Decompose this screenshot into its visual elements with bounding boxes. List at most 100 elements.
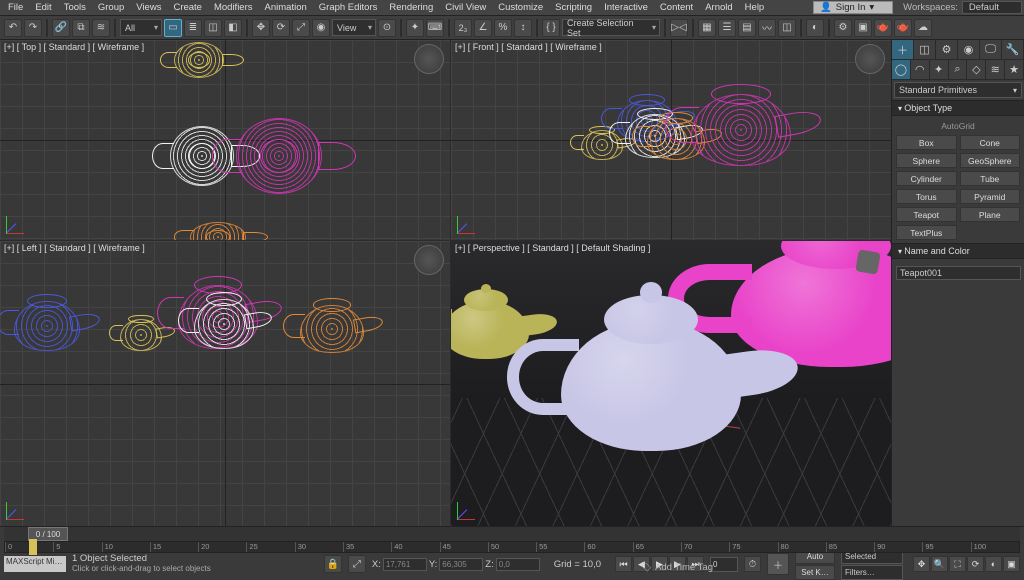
viewport-front-label[interactable]: [+] [ Front ] [ Standard ] [ Wireframe ] [455, 42, 602, 52]
keyboard-shortcut-button[interactable]: ⌨ [426, 19, 444, 37]
maxscript-listener[interactable]: MAXScript Mi… [4, 556, 66, 572]
curve-editor-button[interactable]: 〰 [758, 19, 776, 37]
obj-plane[interactable]: Plane [960, 207, 1021, 222]
tab-hierarchy[interactable]: ⚙ [936, 40, 958, 59]
current-frame-input[interactable] [710, 557, 738, 572]
select-move-button[interactable]: ✥ [252, 19, 270, 37]
cat-cameras-button[interactable]: ⌕ [949, 60, 968, 79]
ref-coord-select[interactable]: View [332, 19, 376, 36]
time-slider[interactable]: 0 / 100 [4, 527, 1020, 541]
obj-cylinder[interactable]: Cylinder [896, 171, 957, 186]
obj-torus[interactable]: Torus [896, 189, 957, 204]
menu-group[interactable]: Group [92, 1, 130, 14]
viewport-perspective[interactable]: [+] [ Perspective ] [ Standard ] [ Defau… [451, 241, 891, 526]
render-setup-button[interactable]: ⚙ [834, 19, 852, 37]
menu-animation[interactable]: Animation [259, 1, 313, 14]
cat-geometry-button[interactable]: ◯ [892, 60, 911, 79]
mirror-button[interactable]: ▷◁ [670, 19, 688, 37]
tab-motion[interactable]: ◉ [958, 40, 980, 59]
viewcube-icon[interactable] [414, 44, 444, 74]
time-config-button[interactable]: ⏱ [744, 556, 761, 572]
percent-snap-button[interactable]: % [494, 19, 512, 37]
toggle-ribbon-button[interactable]: ▤ [738, 19, 756, 37]
time-ruler[interactable]: 0 5 10 15 20 25 30 35 40 45 50 55 60 65 … [4, 541, 1020, 553]
coord-x-input[interactable] [383, 558, 427, 571]
menu-rendering[interactable]: Rendering [383, 1, 439, 14]
link-button[interactable]: 🔗 [52, 19, 70, 37]
obj-sphere[interactable]: Sphere [896, 153, 957, 168]
zoom-extents-button[interactable]: ⛶ [949, 556, 966, 572]
snap-toggle-button[interactable]: 2₃ [454, 19, 472, 37]
obj-geosphere[interactable]: GeoSphere [960, 153, 1021, 168]
tab-create[interactable]: ＋ [892, 40, 914, 59]
select-rotate-button[interactable]: ⟳ [272, 19, 290, 37]
menu-interactive[interactable]: Interactive [598, 1, 654, 14]
menu-tools[interactable]: Tools [58, 1, 92, 14]
viewport-left[interactable]: [+] [ Left ] [ Standard ] [ Wireframe ] [0, 241, 450, 526]
select-scale-button[interactable]: ⤢ [292, 19, 310, 37]
key-filters-select[interactable]: Filters… [841, 565, 903, 580]
render-online-button[interactable]: ☁ [914, 19, 932, 37]
material-editor-button[interactable]: ◐ [806, 19, 824, 37]
cat-systems-button[interactable]: ★ [1005, 60, 1024, 79]
goto-start-button[interactable]: ⏮ [615, 556, 632, 572]
select-object-button[interactable]: ▭ [164, 19, 182, 37]
select-manipulate-button[interactable]: ✦ [406, 19, 424, 37]
signin-button[interactable]: 👤 Sign In ▾ [813, 1, 893, 14]
max-viewport-button[interactable]: ▣ [1003, 556, 1020, 572]
coord-y-input[interactable] [439, 558, 483, 571]
transform-typein-button[interactable]: ⤢ [348, 555, 366, 573]
layer-explorer-button[interactable]: ☰ [718, 19, 736, 37]
tab-utilities[interactable]: 🔧 [1002, 40, 1024, 59]
rollout-object-type[interactable]: Object Type [892, 100, 1024, 116]
tab-display[interactable]: 🖵 [980, 40, 1002, 59]
selection-lock-button[interactable]: 🔒 [324, 555, 342, 573]
use-center-button[interactable]: ⊙ [378, 19, 396, 37]
workspace-select[interactable]: Default [962, 1, 1022, 14]
unlink-button[interactable]: ⧉ [72, 19, 90, 37]
obj-teapot[interactable]: Teapot [896, 207, 957, 222]
align-button[interactable]: ▦ [698, 19, 716, 37]
fov-button[interactable]: ◐ [985, 556, 1002, 572]
menu-views[interactable]: Views [130, 1, 167, 14]
window-crossing-button[interactable]: ◧ [224, 19, 242, 37]
rollout-name-color[interactable]: Name and Color [892, 243, 1024, 259]
primitive-category-select[interactable]: Standard Primitives [894, 82, 1022, 98]
orbit-button[interactable]: ⟳ [967, 556, 984, 572]
tab-modify[interactable]: ◫ [914, 40, 936, 59]
named-sel-set-select[interactable]: Create Selection Set [562, 19, 660, 36]
render-button[interactable]: 🫖 [874, 19, 892, 37]
menu-civilview[interactable]: Civil View [439, 1, 492, 14]
pan-view-button[interactable]: ✥ [913, 556, 930, 572]
cat-helpers-button[interactable]: ◇ [967, 60, 986, 79]
menu-scripting[interactable]: Scripting [549, 1, 598, 14]
object-name-input[interactable] [896, 266, 1021, 280]
menu-modifiers[interactable]: Modifiers [208, 1, 259, 14]
viewcube-icon[interactable] [414, 245, 444, 275]
select-region-button[interactable]: ◫ [204, 19, 222, 37]
cat-shapes-button[interactable]: ◠ [911, 60, 930, 79]
menu-arnold[interactable]: Arnold [699, 1, 738, 14]
zoom-button[interactable]: 🔍 [931, 556, 948, 572]
autogrid-checkbox[interactable]: AutoGrid [896, 121, 1020, 131]
obj-pyramid[interactable]: Pyramid [960, 189, 1021, 204]
schematic-view-button[interactable]: ◫ [778, 19, 796, 37]
menu-file[interactable]: File [2, 1, 29, 14]
menu-help[interactable]: Help [739, 1, 771, 14]
viewcube-icon[interactable] [855, 44, 885, 74]
menu-edit[interactable]: Edit [29, 1, 57, 14]
coord-z-input[interactable] [496, 558, 540, 571]
viewcube-icon[interactable] [855, 249, 880, 274]
time-marker[interactable] [29, 539, 37, 555]
select-by-name-button[interactable]: ≣ [184, 19, 202, 37]
named-sel-edit-button[interactable]: { } [542, 19, 560, 37]
add-time-tag[interactable]: 🏷 Add Time Tag [640, 562, 713, 573]
set-key-large-button[interactable]: ＋ [767, 553, 789, 575]
viewport-persp-label[interactable]: [+] [ Perspective ] [ Standard ] [ Defau… [455, 243, 650, 253]
obj-tube[interactable]: Tube [960, 171, 1021, 186]
undo-button[interactable]: ↶ [4, 19, 22, 37]
viewport-left-label[interactable]: [+] [ Left ] [ Standard ] [ Wireframe ] [4, 243, 145, 253]
render-iterative-button[interactable]: 🫖 [894, 19, 912, 37]
viewport-top-label[interactable]: [+] [ Top ] [ Standard ] [ Wireframe ] [4, 42, 144, 52]
spinner-snap-button[interactable]: ↕ [514, 19, 532, 37]
